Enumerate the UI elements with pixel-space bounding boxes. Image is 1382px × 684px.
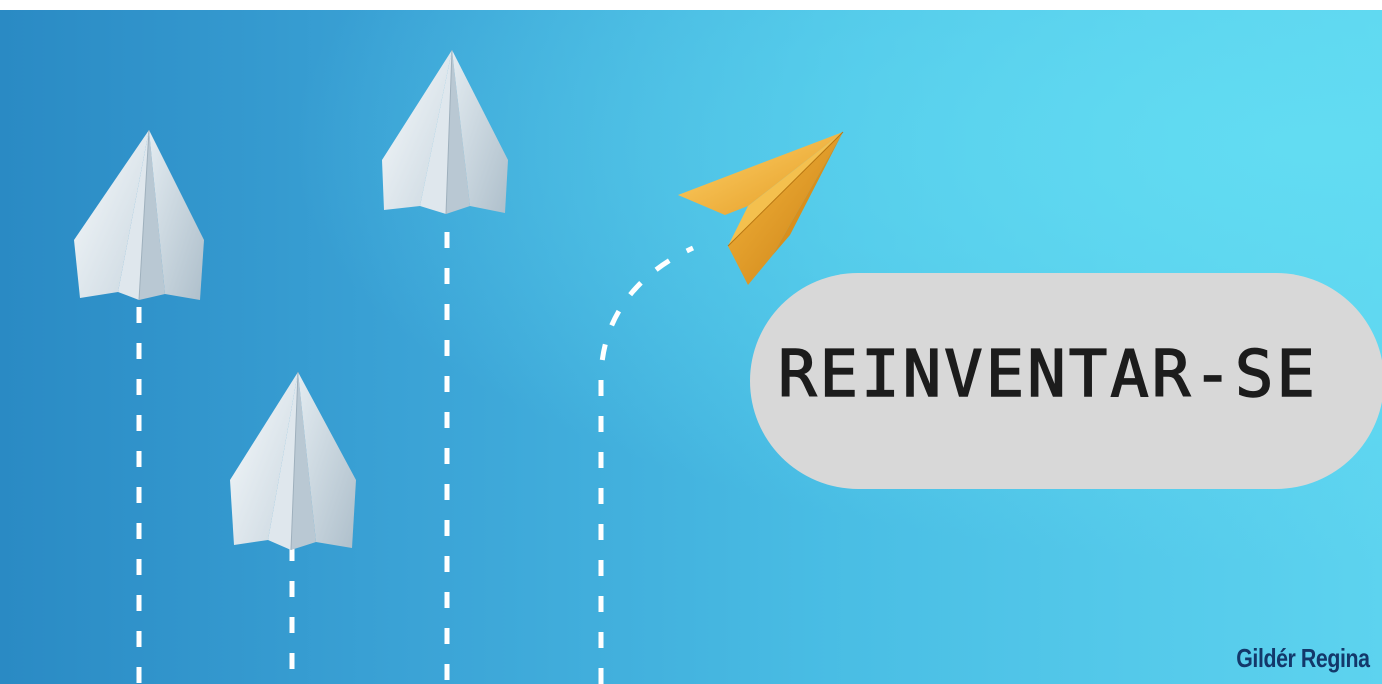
headline-text: REINVENTAR-SE (777, 337, 1318, 413)
author-signature: Gildér Regina (1236, 643, 1371, 673)
headline-pill: REINVENTAR-SE (750, 273, 1382, 489)
gold-paper-plane-icon (678, 131, 844, 285)
dashed-trail-4 (598, 245, 695, 684)
paper-plane-icon (74, 129, 204, 301)
paper-plane-icon (382, 49, 508, 215)
paper-plane-icon (230, 371, 356, 551)
banner-image: REINVENTAR-SE Gildér Regina (0, 10, 1382, 684)
top-margin (0, 0, 1382, 10)
